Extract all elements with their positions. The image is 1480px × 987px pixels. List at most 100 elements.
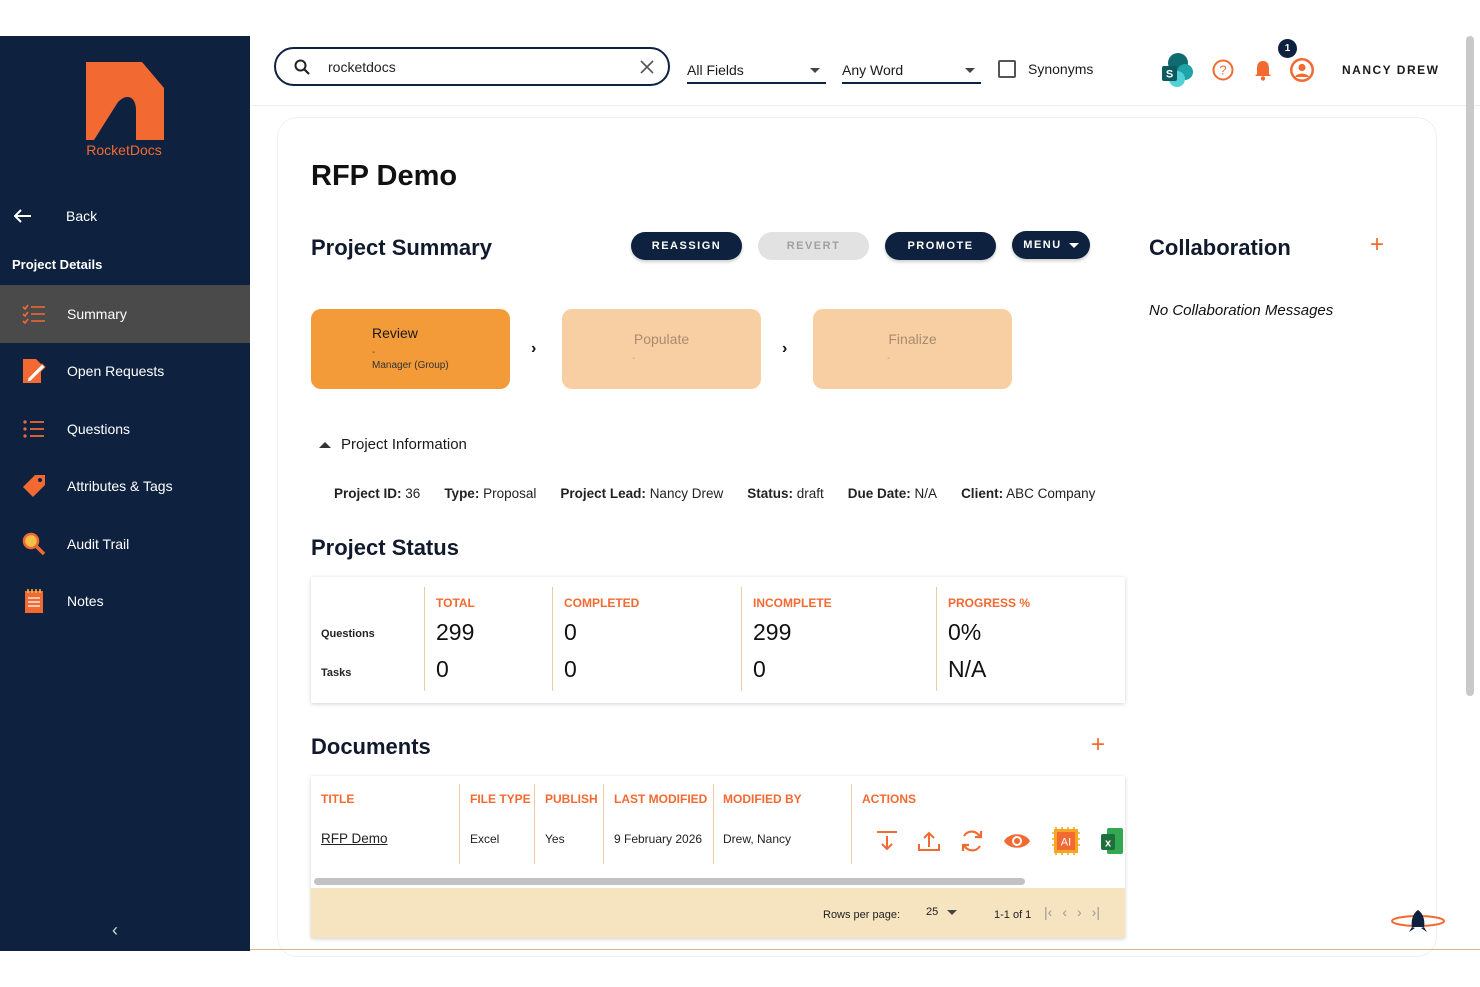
sidebar-item-label: Notes — [67, 593, 104, 610]
sidebar-collapse-button[interactable]: ‹ — [112, 920, 118, 941]
document-publish: Yes — [545, 832, 565, 846]
synonyms-checkbox[interactable] — [998, 60, 1016, 78]
sharepoint-icon[interactable]: S — [1160, 52, 1194, 88]
ai-chip-icon[interactable]: AI — [1049, 824, 1083, 858]
match-mode-value: Any Word — [842, 62, 904, 78]
sidebar-item-audit-trail[interactable]: Audit Trail — [0, 515, 250, 573]
section-label-project-details: Project Details — [12, 257, 103, 272]
previous-page-icon[interactable]: ‹ — [1062, 904, 1067, 920]
chevron-left-icon: ‹ — [112, 920, 118, 940]
reassign-button[interactable]: REASSIGN — [631, 232, 742, 260]
stage-finalize[interactable]: Finalize - — [813, 309, 1012, 389]
document-last-modified: 9 February 2026 — [614, 832, 703, 846]
sidebar-nav: Summary Open Requests Questions Attribut… — [0, 285, 250, 630]
help-icon[interactable]: ? — [1212, 59, 1234, 81]
synonyms-label: Synonyms — [1028, 61, 1094, 77]
doc-col-header-last-modified[interactable]: LAST MODIFIED — [614, 792, 707, 806]
status-value: 0 — [564, 656, 577, 682]
stage-review[interactable]: Review - Manager (Group) — [311, 309, 510, 389]
chevron-right-icon: › — [782, 340, 788, 357]
user-name[interactable]: NANCY DREW — [1342, 63, 1439, 77]
doc-col-divider — [459, 784, 460, 864]
notepad-icon — [21, 588, 47, 614]
next-page-icon[interactable]: › — [1077, 904, 1082, 920]
rocketdocs-logo[interactable]: RocketDocs — [82, 62, 166, 158]
sidebar-item-label: Summary — [67, 305, 127, 322]
back-button[interactable]: Back — [14, 208, 97, 224]
chevron-down-icon — [947, 909, 958, 915]
document-title-link[interactable]: RFP Demo — [321, 831, 388, 846]
document-actions: AI x — [875, 824, 1123, 858]
last-page-icon[interactable]: ›| — [1092, 904, 1100, 920]
list-icon — [21, 416, 47, 442]
status-value: 0 — [564, 619, 577, 645]
search-icon — [294, 59, 310, 75]
documents-table: TITLE FILE TYPE PUBLISH LAST MODIFIED MO… — [311, 776, 1125, 938]
bell-icon[interactable] — [1253, 59, 1273, 81]
project-status-table: Questions Tasks TOTAL 299 0 COMPLETED 0 … — [311, 577, 1125, 703]
first-page-icon[interactable]: |‹ — [1044, 904, 1052, 920]
stage-populate[interactable]: Populate - — [562, 309, 761, 389]
doc-col-divider — [534, 784, 535, 864]
revert-button[interactable]: REVERT — [758, 232, 869, 260]
rows-per-page-select[interactable]: 25 — [926, 906, 958, 918]
add-document-button[interactable]: + — [1091, 733, 1105, 757]
eye-icon[interactable] — [1003, 831, 1031, 851]
search-box — [274, 47, 670, 86]
ai-label: AI — [1061, 837, 1071, 849]
info-due-date: Due Date: N/A — [847, 486, 938, 501]
document-file-type: Excel — [470, 832, 500, 846]
status-col-header: PROGRESS % — [948, 596, 1031, 610]
download-icon[interactable] — [875, 829, 899, 853]
sidebar-item-open-requests[interactable]: Open Requests — [0, 343, 250, 401]
checklist-icon — [21, 301, 47, 327]
excel-icon[interactable]: x — [1101, 826, 1123, 856]
sidebar-item-label: Questions — [67, 420, 131, 437]
magnifier-icon — [21, 531, 47, 557]
add-collaboration-button[interactable]: + — [1370, 233, 1384, 257]
status-col-header: TOTAL — [436, 596, 475, 610]
status-col-completed: COMPLETED 0 0 — [552, 587, 639, 691]
promote-button[interactable]: PROMOTE — [885, 232, 996, 260]
status-value: 299 — [436, 619, 475, 645]
svg-text:?: ? — [1219, 63, 1226, 78]
sidebar-item-questions[interactable]: Questions — [0, 400, 250, 458]
page-vertical-scrollbar[interactable] — [1466, 36, 1474, 696]
collaboration-heading: Collaboration — [1149, 235, 1291, 260]
info-project-id: Project ID: 36 — [334, 486, 421, 501]
sidebar-item-notes[interactable]: Notes — [0, 573, 250, 631]
stage-dash: - — [372, 347, 376, 358]
user-avatar[interactable] — [1289, 57, 1315, 83]
doc-col-header-file-type[interactable]: FILE TYPE — [470, 792, 531, 806]
doc-col-header-modified-by[interactable]: MODIFIED BY — [723, 792, 802, 806]
menu-label: MENU — [1023, 239, 1062, 251]
sidebar-item-label: Audit Trail — [67, 535, 130, 552]
status-value: 0% — [948, 619, 982, 645]
clear-search-icon[interactable] — [640, 59, 654, 74]
upload-icon[interactable] — [917, 829, 941, 853]
search-input[interactable] — [328, 58, 640, 75]
chevron-down-icon — [965, 67, 975, 73]
stage-dash: - — [887, 353, 891, 364]
sidebar-item-attributes-tags[interactable]: Attributes & Tags — [0, 458, 250, 516]
assistant-launcher-button[interactable] — [1390, 908, 1446, 934]
menu-button[interactable]: MENU — [1012, 231, 1090, 259]
plus-icon: + — [1370, 231, 1385, 258]
sidebar-item-summary[interactable]: Summary — [0, 285, 250, 343]
back-label: Back — [66, 208, 98, 224]
match-mode-select[interactable]: Any Word — [842, 58, 981, 84]
field-scope-select[interactable]: All Fields — [687, 58, 826, 84]
doc-col-header-actions: ACTIONS — [862, 792, 916, 806]
field-scope-value: All Fields — [687, 62, 744, 78]
info-project-lead: Project Lead: Nancy Drew — [560, 486, 724, 501]
table-horizontal-scrollbar[interactable] — [314, 878, 1025, 885]
doc-col-header-title[interactable]: TITLE — [321, 792, 354, 806]
sidebar-item-label: Attributes & Tags — [67, 478, 173, 495]
logo-text: RocketDocs — [86, 142, 162, 158]
info-type: Type: Proposal — [444, 486, 537, 501]
sidebar-item-label: Open Requests — [67, 363, 165, 380]
project-information-toggle[interactable]: Project Information — [319, 436, 467, 453]
doc-col-header-publish[interactable]: PUBLISH — [545, 792, 598, 806]
synonyms-toggle[interactable]: Synonyms — [998, 60, 1093, 78]
refresh-icon[interactable] — [959, 828, 985, 854]
